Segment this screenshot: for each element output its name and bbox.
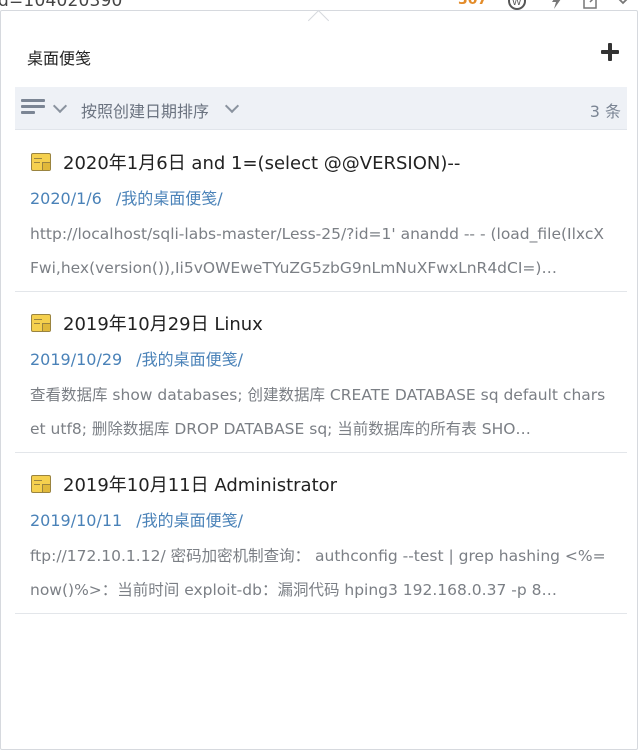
note-path[interactable]: /我的桌面便笺/ (136, 511, 243, 530)
sort-dropdown[interactable]: 按照创建日期排序 (81, 98, 209, 122)
note-date: 2020/1/6 (30, 189, 102, 208)
note-path[interactable]: /我的桌面便笺/ (136, 350, 243, 369)
note-preview: ftp://172.10.1.12/ 密码加密机制查询： authconfig … (30, 547, 606, 599)
note-count: 3 条 (589, 102, 621, 121)
svg-text:W: W (512, 0, 522, 8)
note-preview: 查看数据库 show databases; 创建数据库 CREATE DATAB… (30, 386, 606, 438)
add-note-button[interactable] (599, 41, 621, 63)
note-item[interactable]: 2020年1月6日 and 1=(select @@VERSION)-- 202… (15, 131, 627, 292)
note-date: 2019/10/11 (30, 511, 123, 530)
note-path[interactable]: /我的桌面便笺/ (116, 189, 223, 208)
note-date: 2019/10/29 (30, 350, 123, 369)
note-title: 2019年10月29日 Linux (63, 314, 263, 335)
list-toolbar: 按照创建日期排序 3 条 (15, 87, 627, 130)
note-preview: http://localhost/sqli-labs-master/Less-2… (30, 225, 604, 277)
wordpress-icon[interactable]: W (508, 0, 526, 10)
popup-caret (307, 9, 330, 32)
note-meta: 2020/1/6/我的桌面便笺/ (30, 185, 223, 209)
note-meta: 2019/10/11/我的桌面便笺/ (30, 507, 243, 531)
chevron-down-icon[interactable] (614, 0, 632, 10)
sort-chevron-down-icon[interactable] (224, 98, 240, 114)
sticky-notes-popup: 桌面便笺 按照创建日期排序 3 条 2020年1月6日 and 1=(selec… (0, 9, 638, 750)
note-title: 2020年1月6日 and 1=(select @@VERSION)-- (63, 153, 461, 174)
note-item[interactable]: 2019年10月29日 Linux 2019/10/29/我的桌面便笺/ 查看数… (15, 292, 627, 453)
list-view-icon[interactable] (21, 99, 45, 117)
badge-count[interactable]: 307 (458, 0, 487, 8)
sticky-note-icon (29, 312, 51, 332)
note-item[interactable]: 2019年10月11日 Administrator 2019/10/11/我的桌… (15, 453, 627, 614)
note-meta: 2019/10/29/我的桌面便笺/ (30, 346, 243, 370)
note-title: 2019年10月11日 Administrator (63, 475, 338, 496)
popup-header: 桌面便笺 (1, 35, 637, 75)
page-title: 桌面便笺 (27, 49, 92, 68)
share-icon[interactable] (582, 0, 600, 10)
sticky-note-icon (29, 473, 51, 493)
view-chevron-down-icon[interactable] (52, 98, 68, 114)
lightning-icon[interactable] (548, 0, 566, 10)
sticky-note-icon (29, 151, 51, 171)
